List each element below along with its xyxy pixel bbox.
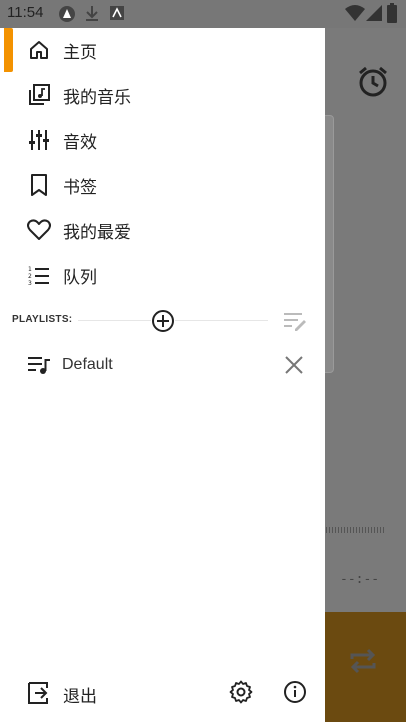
add-playlist-button[interactable] xyxy=(151,309,175,333)
close-icon xyxy=(285,356,303,374)
settings-button[interactable] xyxy=(229,680,253,708)
status-bar: 11:54 xyxy=(0,0,406,28)
status-time: 11:54 xyxy=(7,4,44,21)
nav-item-label: 主页 xyxy=(63,42,97,63)
waveform xyxy=(326,527,384,533)
library-music-icon xyxy=(27,83,51,107)
nav-item-label: 我的最爱 xyxy=(63,222,131,243)
alarm-icon[interactable] xyxy=(356,65,390,103)
bookmark-icon xyxy=(27,173,51,197)
nav-item-label: 我的音乐 xyxy=(63,87,131,108)
nav-item-sound-effects[interactable]: 音效 xyxy=(0,120,325,160)
equalizer-icon xyxy=(27,128,51,152)
info-icon xyxy=(284,681,306,703)
gear-icon xyxy=(229,680,253,704)
time-placeholder: --:-- xyxy=(340,572,380,587)
svg-text:3: 3 xyxy=(28,280,32,286)
playlist-item-default[interactable]: Default xyxy=(0,346,325,386)
nav-item-label: 音效 xyxy=(63,132,97,153)
app-icon xyxy=(109,5,125,25)
nav-item-bookmarks[interactable]: 书签 xyxy=(0,165,325,205)
nav-item-my-music[interactable]: 我的音乐 xyxy=(0,75,325,115)
queue-list-icon: 123 xyxy=(27,263,51,287)
home-icon xyxy=(27,38,51,62)
playlist-icon xyxy=(27,354,51,380)
autofill-icon xyxy=(58,5,76,27)
edit-playlist-button[interactable] xyxy=(283,310,307,336)
battery-icon xyxy=(387,3,397,27)
nav-item-queue[interactable]: 123 队列 xyxy=(0,255,325,295)
delete-playlist-button[interactable] xyxy=(284,355,304,379)
repeat-icon[interactable] xyxy=(346,644,380,682)
edit-list-icon xyxy=(284,313,306,331)
nav-item-favorites[interactable]: 我的最爱 xyxy=(0,210,325,250)
svg-text:2: 2 xyxy=(28,273,32,280)
playlists-label: PLAYLISTS: xyxy=(12,314,73,325)
about-button[interactable] xyxy=(283,680,307,708)
nav-item-home[interactable]: 主页 xyxy=(0,30,325,70)
exit-button[interactable]: 退出 xyxy=(63,682,97,707)
nav-item-label: 书签 xyxy=(63,177,97,198)
add-circle-icon xyxy=(152,310,174,332)
heart-icon xyxy=(27,218,51,242)
nav-item-label: 队列 xyxy=(63,267,97,288)
wifi-icon xyxy=(345,4,365,26)
signal-icon xyxy=(365,4,383,26)
exit-icon[interactable] xyxy=(27,682,51,708)
drawer-footer: 退出 xyxy=(0,676,325,712)
download-icon xyxy=(84,5,100,27)
playlists-header: PLAYLISTS: xyxy=(0,308,325,334)
playlist-label: Default xyxy=(62,356,113,373)
navigation-drawer: 主页 我的音乐 音效 书签 我的最爱 123 队列 PLAYLISTS: Def… xyxy=(0,28,325,722)
svg-text:1: 1 xyxy=(28,266,32,273)
